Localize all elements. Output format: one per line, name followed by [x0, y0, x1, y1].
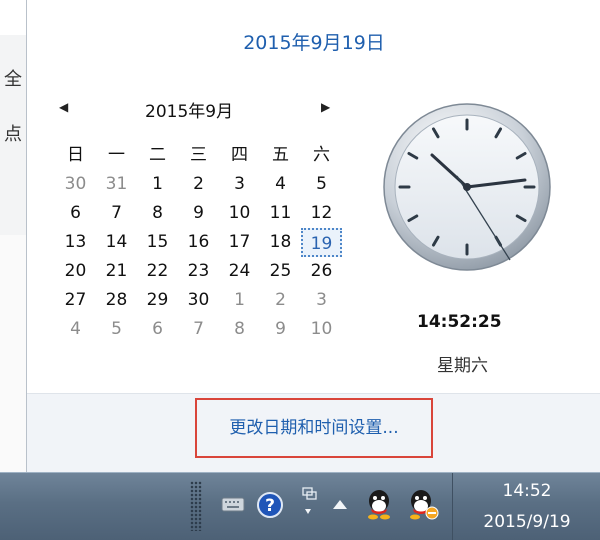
triangle-left-icon[interactable]: ◀	[59, 100, 68, 114]
calendar-day[interactable]: 4	[55, 315, 96, 344]
calendar-week: 27 28 29 30 1 2 3	[55, 286, 342, 315]
triangle-right-icon[interactable]: ▶	[321, 100, 330, 114]
calendar-day[interactable]: 29	[137, 286, 178, 315]
calendar-day[interactable]: 10	[219, 199, 260, 228]
calendar-day[interactable]: 15	[137, 228, 178, 257]
calendar-day[interactable]: 27	[55, 286, 96, 315]
calendar-day[interactable]: 21	[96, 257, 137, 286]
calendar-day[interactable]: 6	[55, 199, 96, 228]
calendar-day[interactable]: 3	[219, 170, 260, 199]
show-hidden-icons-icon[interactable]	[330, 497, 350, 513]
calendar-day[interactable]: 20	[55, 257, 96, 286]
calendar-day[interactable]: 9	[178, 199, 219, 228]
calendar-day[interactable]: 31	[96, 170, 137, 199]
calendar-day[interactable]: 5	[96, 315, 137, 344]
calendar-day[interactable]: 28	[96, 286, 137, 315]
calendar-day[interactable]: 11	[260, 199, 301, 228]
calendar-day[interactable]: 24	[219, 257, 260, 286]
calendar-week: 6 7 8 9 10 11 12	[55, 199, 342, 228]
calendar-grid: 日 一 二 三 四 五 六 30 31 1 2 3 4 5 6 7 8 9 10…	[55, 140, 342, 344]
calendar-day[interactable]: 2	[260, 286, 301, 315]
background-window: 全 点	[0, 35, 27, 235]
calendar-day[interactable]: 13	[55, 228, 96, 257]
calendar-day[interactable]: 3	[301, 286, 342, 315]
background-char: 点	[4, 124, 22, 145]
weekday-label: 一	[108, 145, 125, 165]
calendar-day[interactable]: 25	[260, 257, 301, 286]
full-date-link[interactable]: 2015年9月19日	[27, 28, 600, 55]
calendar-day[interactable]: 12	[301, 199, 342, 228]
calendar-day[interactable]: 18	[260, 228, 301, 257]
tray-grip[interactable]	[190, 481, 202, 531]
weekday-label: 五	[272, 145, 289, 165]
date-time-flyout: 2015年9月19日 ◀ 2015年9月 ▶ 日 一 二 三 四 五 六 30 …	[26, 0, 600, 473]
calendar-day[interactable]: 7	[178, 315, 219, 344]
calendar-day-today[interactable]: 19	[301, 228, 342, 257]
calendar-day[interactable]: 26	[301, 257, 342, 286]
calendar-day[interactable]: 4	[260, 170, 301, 199]
calendar-day[interactable]: 6	[137, 315, 178, 344]
calendar-day[interactable]: 23	[178, 257, 219, 286]
calendar-day[interactable]: 30	[178, 286, 219, 315]
calendar-day[interactable]: 16	[178, 228, 219, 257]
calendar-day[interactable]: 1	[219, 286, 260, 315]
weekday-label: 四	[231, 145, 248, 165]
calendar-day[interactable]: 14	[96, 228, 137, 257]
qq-alert-icon[interactable]	[406, 487, 440, 523]
taskbar-time: 14:52	[502, 481, 552, 501]
weekday-header: 日 一 二 三 四 五 六	[55, 140, 342, 170]
taskbar-date: 2015/9/19	[483, 512, 571, 532]
calendar-day[interactable]: 22	[137, 257, 178, 286]
weekday-label: 三	[190, 145, 207, 165]
calendar-day[interactable]: 30	[55, 170, 96, 199]
network-icon[interactable]	[296, 485, 322, 519]
calendar-day[interactable]: 1	[137, 170, 178, 199]
calendar-week: 30 31 1 2 3 4 5	[55, 170, 342, 199]
taskbar-clock[interactable]: 14:52 2015/9/19	[452, 473, 600, 540]
calendar-week: 20 21 22 23 24 25 26	[55, 257, 342, 286]
flyout-footer: 更改日期和时间设置...	[27, 393, 600, 473]
weekday-label: 六	[313, 145, 330, 165]
calendar-day[interactable]: 8	[219, 315, 260, 344]
weekday-label: 二	[149, 145, 166, 165]
analog-clock-icon	[383, 103, 551, 271]
calendar-day[interactable]: 7	[96, 199, 137, 228]
calendar-day[interactable]: 5	[301, 170, 342, 199]
calendar-day[interactable]: 9	[260, 315, 301, 344]
background-char: 全	[4, 69, 22, 90]
svg-text:?: ?	[265, 496, 275, 516]
calendar-day[interactable]: 17	[219, 228, 260, 257]
taskbar: ? 14:52 2015/9/19	[0, 472, 600, 540]
calendar-day[interactable]: 8	[137, 199, 178, 228]
qq-icon[interactable]	[364, 487, 394, 521]
calendar-week: 13 14 15 16 17 18 19	[55, 228, 342, 257]
background-window-lower	[0, 235, 26, 475]
help-icon[interactable]: ?	[256, 491, 284, 519]
weekday-label: 日	[67, 145, 84, 165]
calendar-week: 4 5 6 7 8 9 10	[55, 315, 342, 344]
keyboard-icon[interactable]	[220, 491, 246, 517]
calendar-day[interactable]: 2	[178, 170, 219, 199]
digital-time: 14:52:25	[417, 312, 502, 332]
weekday-text: 星期六	[437, 356, 488, 376]
month-title[interactable]: 2015年9月	[145, 97, 233, 122]
calendar-day[interactable]: 10	[301, 315, 342, 344]
change-date-time-settings-link[interactable]: 更改日期和时间设置...	[195, 398, 433, 458]
